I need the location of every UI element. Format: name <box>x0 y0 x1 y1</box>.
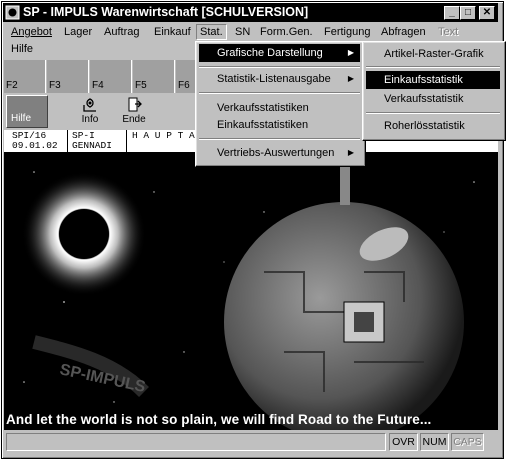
menu-label: Stat. <box>200 26 223 38</box>
menu-separator <box>366 112 500 114</box>
menu-item-label: Verkaufsstatistik <box>384 93 464 105</box>
hilfe-button[interactable]: Hilfe <box>6 95 48 128</box>
menu-item-statistik-listenausgabe[interactable]: Statistik-Listenausgabe ▶ <box>199 70 360 88</box>
menu-label: Form.Gen. <box>260 26 313 38</box>
fkey-label: F4 <box>92 80 104 91</box>
menu-separator <box>199 66 360 68</box>
stat-menu: Grafische Darstellung ▶ Statistik-Listena… <box>195 41 366 167</box>
fkey-label: F6 <box>178 80 190 91</box>
info-label: Info <box>81 114 99 125</box>
menu-separator <box>199 92 360 94</box>
title-bar[interactable]: SP - IMPULS Warenwirtschaft [SCHULVERSIO… <box>3 3 498 22</box>
divider <box>67 130 68 152</box>
menu-sn[interactable]: SN <box>232 24 253 40</box>
fkey-f5[interactable]: F5 <box>133 60 175 93</box>
menu-item-label: Statistik-Listenausgabe <box>217 73 331 85</box>
grafik-submenu: Artikel-Raster-Grafik Einkaufsstatistik … <box>362 41 506 141</box>
fkey-f2[interactable]: F2 <box>4 60 46 93</box>
status-message <box>6 433 386 451</box>
submenu-arrow-icon: ▶ <box>347 148 354 157</box>
menu-angebot[interactable]: Angebot <box>8 24 55 40</box>
menu-label: Auftrag <box>104 26 140 38</box>
menu-label: Hilfe <box>11 43 34 55</box>
info-icon <box>83 98 96 112</box>
menu-lager[interactable]: Lager <box>61 24 95 40</box>
ende-button[interactable]: Ende <box>112 95 156 129</box>
menu-abfragen[interactable]: Abfragen <box>378 24 429 40</box>
menu-formgen[interactable]: Form.Gen. <box>257 24 316 40</box>
ovr-indicator: OVR <box>389 433 418 451</box>
menu-auftrag[interactable]: Auftrag <box>101 24 142 40</box>
menu-label: Text <box>438 26 459 38</box>
menu-fertigung[interactable]: Fertigung <box>321 24 373 40</box>
menu-label: Lager <box>64 26 93 38</box>
menu-separator <box>366 66 500 68</box>
menu-item-label: Einkaufsstatistiken <box>217 119 309 131</box>
submenu-arrow-icon: ▶ <box>347 74 354 83</box>
exit-door-icon <box>128 97 142 112</box>
menu-item-einkaufsstatistik[interactable]: Einkaufsstatistik <box>366 71 500 89</box>
ende-label: Ende <box>122 114 146 125</box>
menu-label: Abfragen <box>381 26 426 38</box>
menu-label: Fertigung <box>324 26 371 38</box>
caps-indicator: CAPS <box>451 433 484 451</box>
fkey-label: F5 <box>135 80 147 91</box>
maximize-button[interactable]: □ <box>460 6 476 20</box>
app-icon[interactable] <box>5 5 20 20</box>
num-indicator: NUM <box>420 433 449 451</box>
menu-item-grafische-darstellung[interactable]: Grafische Darstellung ▶ <box>199 44 360 62</box>
info-button[interactable]: Info <box>68 95 112 129</box>
fkey-label: F2 <box>6 80 18 91</box>
menu-stat[interactable]: Stat. <box>196 24 227 40</box>
menu-item-label: Einkaufsstatistik <box>384 74 463 86</box>
menu-item-label: Verkaufsstatistiken <box>217 102 309 114</box>
menu-item-artikel-raster-grafik[interactable]: Artikel-Raster-Grafik <box>366 45 500 63</box>
hilfe-label: Hilfe <box>11 113 32 124</box>
close-button[interactable]: ✕ <box>479 6 495 20</box>
splash-image: SP-IMPULS <box>4 152 498 430</box>
status-bar: OVR NUM CAPS <box>4 432 498 452</box>
menu-einkauf[interactable]: Einkauf <box>151 24 194 40</box>
divider <box>126 130 127 152</box>
menu-item-verkaufsstatistik[interactable]: Verkaufsstatistik <box>366 90 500 108</box>
fkey-f3[interactable]: F3 <box>47 60 89 93</box>
menu-item-einkaufsstatistiken[interactable]: Einkaufsstatistiken <box>199 116 360 134</box>
session-date: 09.01.02 <box>12 140 58 151</box>
splash-artwork: SP-IMPULS <box>22 152 475 430</box>
minimize-button[interactable]: _ <box>444 6 460 20</box>
splash-tagline: And let the world is not so plain, we wi… <box>6 412 432 427</box>
window-title: SP - IMPULS Warenwirtschaft [SCHULVERSIO… <box>23 5 309 19</box>
menu-item-label: Artikel-Raster-Grafik <box>384 48 484 60</box>
menu-item-verkaufsstatistiken[interactable]: Verkaufsstatistiken <box>199 99 360 117</box>
menu-item-label: Roherlösstatistik <box>384 120 465 132</box>
menu-item-vertriebs-auswertungen[interactable]: Vertriebs-Auswertungen ▶ <box>199 144 360 162</box>
menu-label: Angebot <box>11 26 52 38</box>
menu-separator <box>199 138 360 140</box>
menu-item-label: Grafische Darstellung <box>217 47 323 59</box>
menu-text[interactable]: Text <box>435 24 461 40</box>
user-name: GENNADI <box>72 140 112 151</box>
fkey-label: F3 <box>49 80 61 91</box>
menu-label: SN <box>235 26 251 38</box>
fkey-f4[interactable]: F4 <box>90 60 132 93</box>
submenu-arrow-icon: ▶ <box>347 48 354 57</box>
menu-item-label: Vertriebs-Auswertungen <box>217 147 335 159</box>
location-label: H A U P T A <box>132 130 195 141</box>
menu-label: Einkauf <box>154 26 191 38</box>
menu-hilfe[interactable]: Hilfe <box>8 41 36 57</box>
menu-item-roherloesstatistik[interactable]: Roherlösstatistik <box>366 117 500 135</box>
